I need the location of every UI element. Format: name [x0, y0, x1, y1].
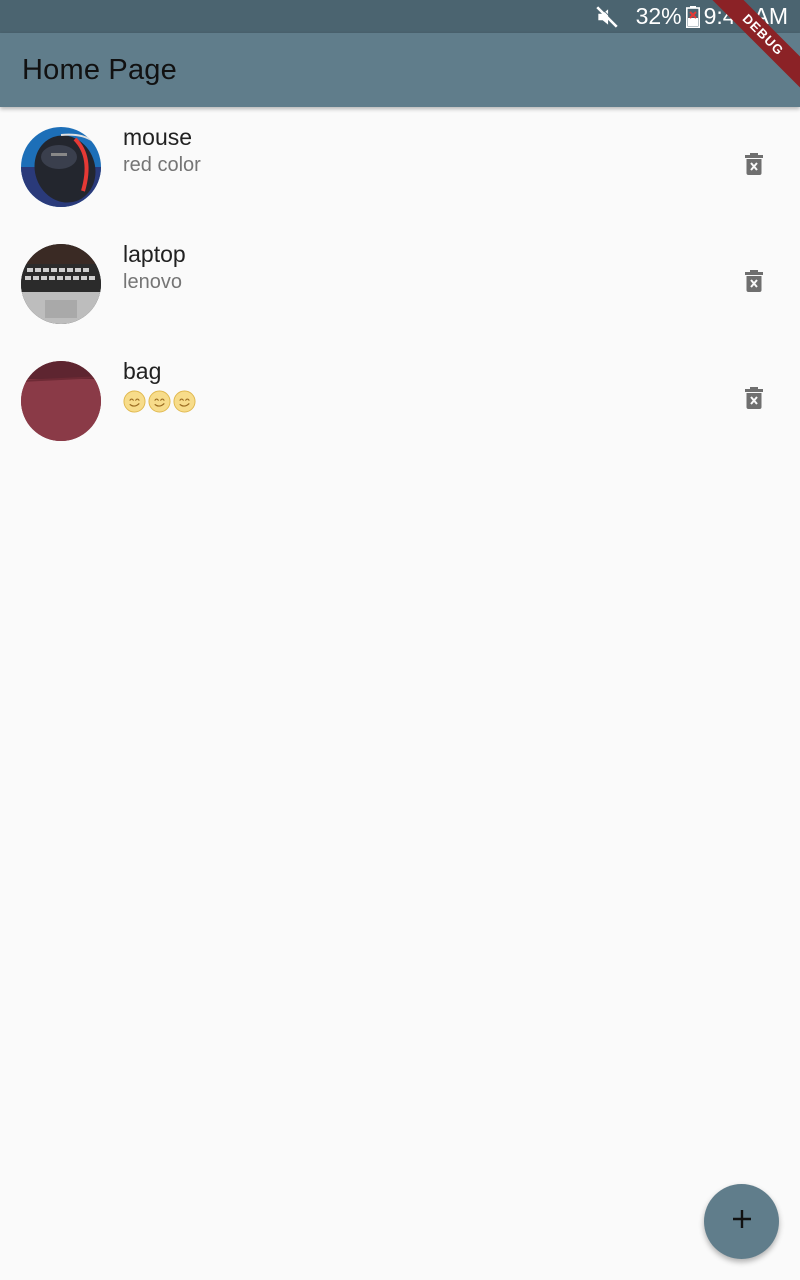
delete-button[interactable] — [742, 386, 766, 414]
laptop-photo — [21, 244, 101, 324]
app-bar: Home Page — [0, 33, 800, 107]
mute-icon — [594, 4, 620, 30]
delete-icon — [745, 152, 763, 180]
status-bar: 32% 9:44 AM — [0, 0, 800, 33]
smiley-emoji-icon — [123, 390, 146, 413]
smiley-emoji-icon — [173, 390, 196, 413]
list-item[interactable]: mouse red color — [0, 108, 800, 225]
battery-percent: 32% — [635, 3, 682, 29]
item-subtitle: red color — [123, 154, 201, 176]
smiley-emoji-icon — [148, 390, 171, 413]
clock: 9:44 AM — [703, 3, 788, 29]
item-title: mouse — [123, 124, 193, 150]
add-icon — [730, 1207, 754, 1236]
item-title: bag — [123, 358, 162, 384]
mouse-photo — [21, 127, 101, 207]
bag-photo — [21, 361, 101, 441]
delete-icon — [745, 269, 763, 297]
delete-button[interactable] — [742, 152, 766, 180]
add-button[interactable] — [704, 1184, 779, 1259]
item-title: laptop — [123, 241, 186, 267]
list-item[interactable]: bag — [0, 342, 800, 459]
item-subtitle: lenovo — [123, 271, 182, 293]
item-subtitle — [123, 390, 196, 413]
list-item[interactable]: laptop lenovo — [0, 225, 800, 342]
battery-icon — [685, 5, 700, 28]
screen: 32% 9:44 AM Home Page DEBUG mouse red co… — [0, 0, 800, 1280]
delete-icon — [745, 386, 763, 414]
delete-button[interactable] — [742, 269, 766, 297]
page-title: Home Page — [22, 53, 177, 86]
item-list: mouse red color laptop lenovo bag — [0, 108, 800, 459]
